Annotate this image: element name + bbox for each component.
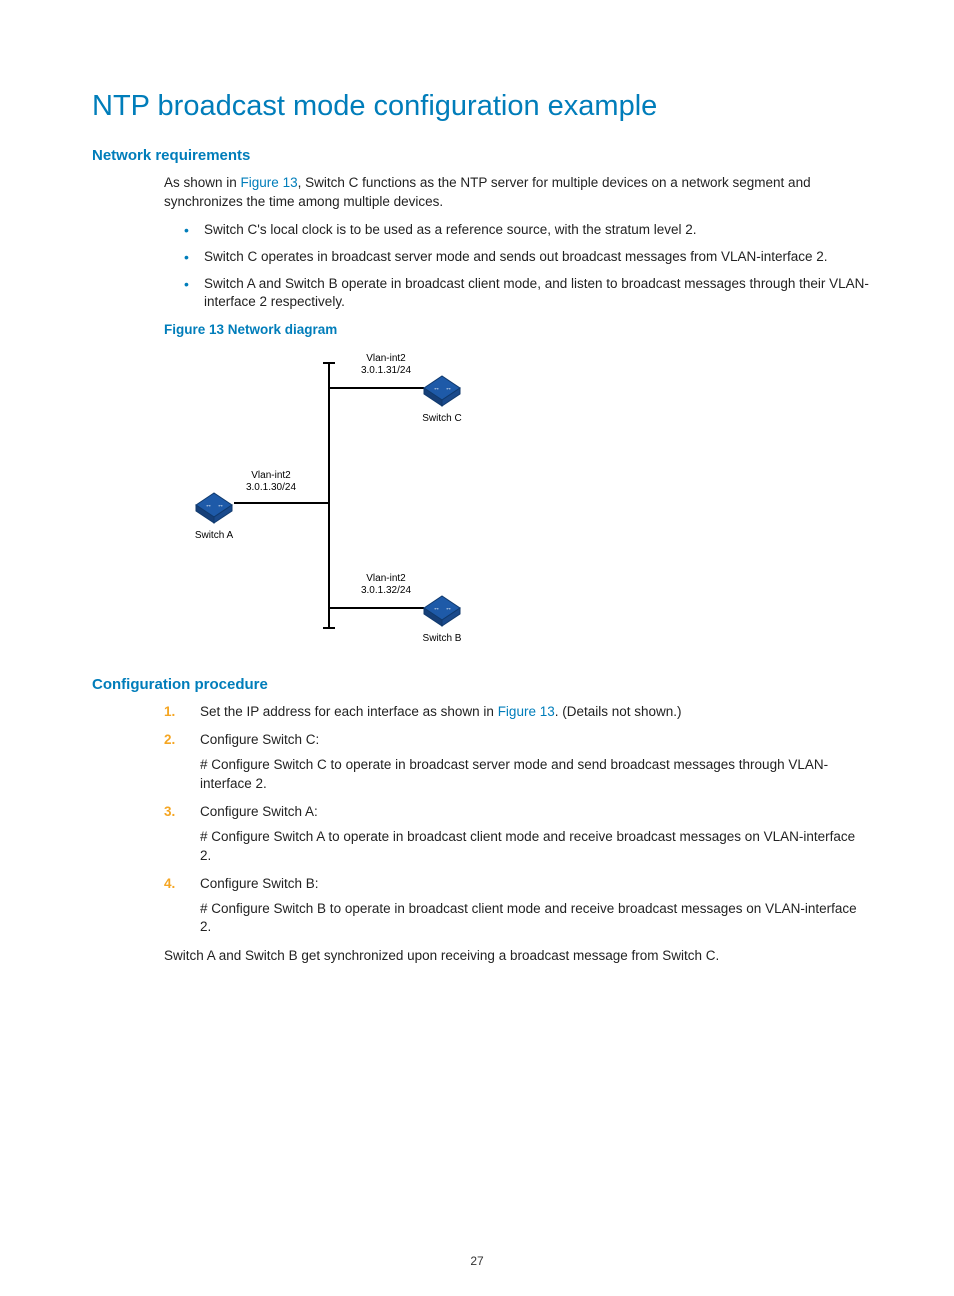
step-2: Configure Switch C: # Configure Switch C… (164, 731, 870, 793)
list-item: Switch C's local clock is to be used as … (164, 221, 870, 240)
switch-a-if-label: Vlan-int2 (251, 470, 291, 481)
step-text: Configure Switch B: (200, 876, 319, 891)
switch-a-ip-label: 3.0.1.30/24 (246, 482, 296, 493)
configuration-procedure-heading: Configuration procedure (92, 676, 870, 693)
closing-paragraph: Switch A and Switch B get synchronized u… (164, 947, 870, 966)
figure-13-link[interactable]: Figure 13 (241, 175, 298, 190)
figure-caption: Figure 13 Network diagram (164, 322, 870, 337)
step-text: Configure Switch A: (200, 804, 318, 819)
network-requirements-body: As shown in Figure 13, Switch C function… (164, 174, 870, 312)
page: NTP broadcast mode configuration example… (0, 0, 954, 1296)
switch-b-label: Switch B (423, 633, 462, 644)
step-sub: # Configure Switch A to operate in broad… (200, 828, 870, 865)
step-1: Set the IP address for each interface as… (164, 703, 870, 722)
switch-b-if-label: Vlan-int2 (366, 573, 406, 584)
svg-text:↔: ↔ (433, 385, 440, 392)
svg-text:↔: ↔ (445, 605, 452, 612)
network-requirements-heading: Network requirements (92, 147, 870, 164)
svg-text:↔: ↔ (433, 605, 440, 612)
step-text: Configure Switch C: (200, 732, 319, 747)
switch-c-label: Switch C (422, 413, 461, 424)
step-text-b: . (Details not shown.) (555, 704, 682, 719)
intro-text-a: As shown in (164, 175, 241, 190)
svg-text:↔: ↔ (217, 502, 224, 509)
step-4: Configure Switch B: # Configure Switch B… (164, 875, 870, 937)
page-title: NTP broadcast mode configuration example (92, 90, 870, 123)
step-3: Configure Switch A: # Configure Switch A… (164, 803, 870, 865)
switch-c-if-label: Vlan-int2 (366, 353, 406, 364)
step-sub: # Configure Switch C to operate in broad… (200, 756, 870, 793)
network-diagram: Vlan-int2 3.0.1.31/24 ↔ ↔ Switch C Vlan-… (164, 343, 870, 656)
list-item: Switch C operates in broadcast server mo… (164, 248, 870, 267)
configuration-body: Set the IP address for each interface as… (164, 703, 870, 966)
step-text: Set the IP address for each interface as… (200, 704, 498, 719)
switch-b-ip-label: 3.0.1.32/24 (361, 585, 411, 596)
list-item: Switch A and Switch B operate in broadca… (164, 275, 870, 312)
svg-text:↔: ↔ (205, 502, 212, 509)
svg-text:↔: ↔ (445, 385, 452, 392)
figure-13-link-2[interactable]: Figure 13 (498, 704, 555, 719)
page-number: 27 (0, 1254, 954, 1268)
switch-c-ip-label: 3.0.1.31/24 (361, 365, 411, 376)
switch-a-label: Switch A (195, 530, 234, 541)
step-sub: # Configure Switch B to operate in broad… (200, 900, 870, 937)
requirements-bullets: Switch C's local clock is to be used as … (164, 221, 870, 312)
steps-list: Set the IP address for each interface as… (164, 703, 870, 937)
intro-paragraph: As shown in Figure 13, Switch C function… (164, 174, 870, 211)
